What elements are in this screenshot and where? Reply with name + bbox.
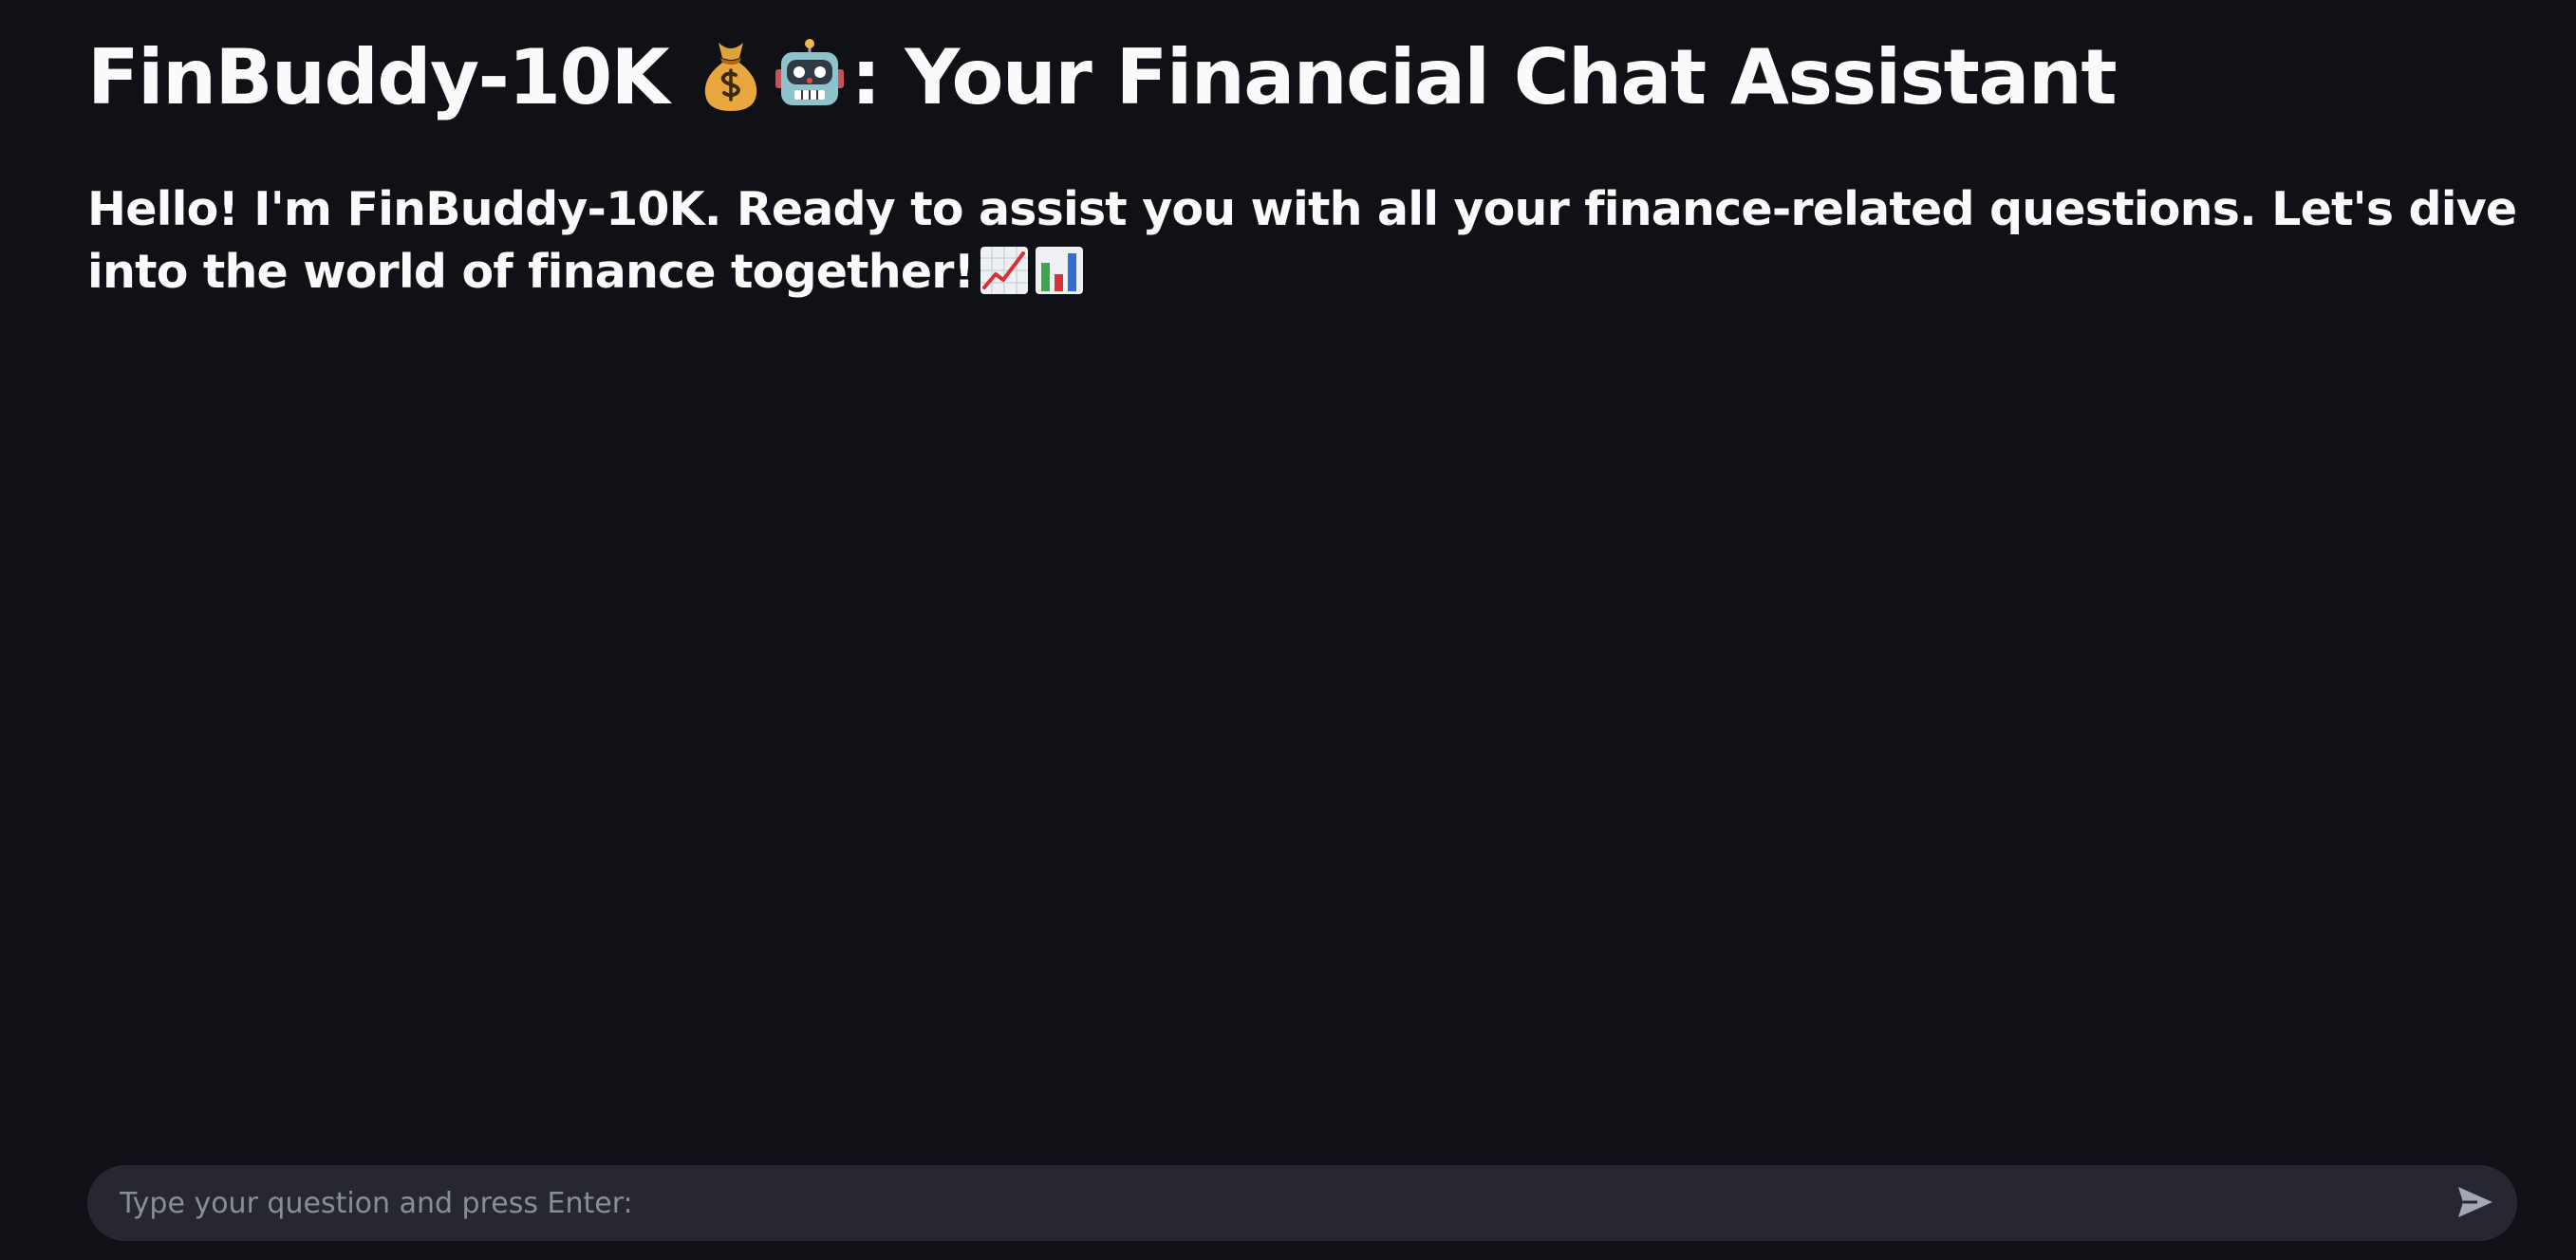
chat-input[interactable]: [120, 1165, 2417, 1241]
send-button[interactable]: [2447, 1175, 2504, 1232]
assistant-greeting: Hello! I'm FinBuddy-10K. Ready to assist…: [87, 178, 2517, 311]
greeting-text: Hello! I'm FinBuddy-10K. Ready to assist…: [87, 182, 2517, 299]
send-icon: [2456, 1185, 2494, 1222]
chart-increasing-icon: [980, 246, 1029, 311]
page-title: FinBuddy-10K : Your Financial Chat Assis…: [87, 28, 2118, 137]
title-suffix: : Your Financial Chat Assistant: [850, 33, 2118, 121]
robot-icon: [772, 37, 848, 137]
app-root: FinBuddy-10K : Your Financial Chat Assis…: [0, 0, 2576, 1260]
title-prefix: FinBuddy-10K: [87, 33, 670, 121]
money-bag-icon: [698, 37, 764, 137]
bar-chart-icon: [1035, 246, 1084, 311]
chat-input-bar: [87, 1165, 2517, 1241]
